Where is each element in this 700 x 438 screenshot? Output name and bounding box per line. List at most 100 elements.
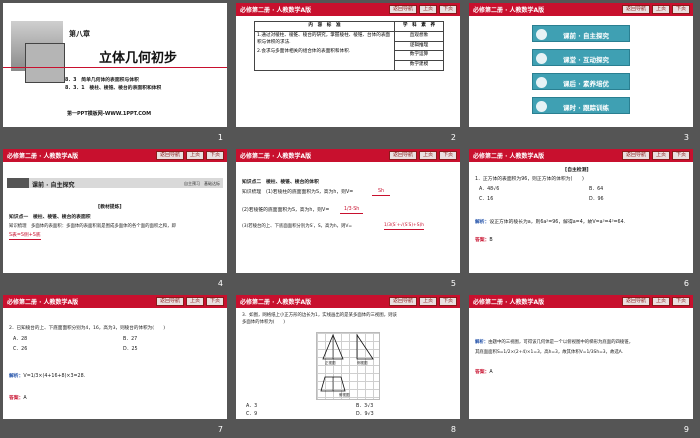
nav-button[interactable]: 返回导航 — [621, 297, 650, 306]
table-cell: 数学建模 — [394, 60, 444, 71]
slide-thumb-9[interactable]: 必修第二册 · 人教数学A版 返回导航 上页 下页 解析：由题中的三视图，可得该… — [466, 292, 699, 438]
nav-button[interactable]: 返回导航 — [388, 5, 417, 14]
next-button[interactable]: 下页 — [205, 297, 224, 306]
slide-thumb-8[interactable]: 必修第二册 · 人教数学A版 返回导航 上页 下页 3．如图，网格纸上小正方形的… — [233, 292, 466, 438]
answer-formula: 1/3(S′+√(S′S)+S)h — [384, 222, 424, 231]
slide-thumb-4[interactable]: 必修第二册 · 人教数学A版 返回导航 上页 下页 课前 · 自主探究 自主预习… — [0, 146, 233, 292]
slide-grid: 第八章 立体几何初步 8．3 简单几何体的表面积与体积 8．3．1 棱柱、棱锥、… — [0, 0, 700, 438]
answer: 答案：A — [475, 370, 493, 375]
menu-item-after-class[interactable]: 课后 · 素养培优 — [532, 73, 630, 90]
section-subtitle: 自主预习 基础达标 — [184, 180, 220, 186]
option-b: B．3√3 — [356, 404, 374, 409]
slide-number: 9 — [683, 425, 689, 434]
menu-item-pre-class[interactable]: 课前 · 自主探究 — [532, 25, 630, 42]
slide-thumb-7[interactable]: 必修第二册 · 人教数学A版 返回导航 上页 下页 2．已知棱台的上、下底面面积… — [0, 292, 233, 438]
slide-number: 4 — [217, 279, 223, 288]
slide-title: 立体几何初步 — [99, 51, 178, 66]
slide-thumb-2[interactable]: 必修第二册 · 人教数学A版 返回导航 上页 下页 内 容 标 准 学 科 素 … — [233, 0, 466, 146]
paragraph: 知识梳理 (1)若棱柱的底面面积为S，高为h，则V= — [242, 190, 354, 195]
prev-button[interactable]: 上页 — [185, 297, 204, 306]
subtitle-2: 8．3．1 棱柱、棱锥、棱台的表面积和体积 — [65, 86, 162, 91]
nav-button[interactable]: 返回导航 — [155, 151, 184, 160]
prev-button[interactable]: 上页 — [418, 5, 437, 14]
next-button[interactable]: 下页 — [671, 151, 690, 160]
slide-thumb-6[interactable]: 必修第二册 · 人教数学A版 返回导航 上页 下页 [自主检测] 1．正方体的表… — [466, 146, 699, 292]
next-button[interactable]: 下页 — [205, 151, 224, 160]
prev-button[interactable]: 上页 — [418, 151, 437, 160]
prev-button[interactable]: 上页 — [185, 151, 204, 160]
next-button[interactable]: 下页 — [438, 5, 457, 14]
header-title: 必修第二册 · 人教数学A版 — [7, 153, 79, 160]
prev-button[interactable]: 上页 — [651, 151, 670, 160]
paragraph: (3)若棱台的上、下底面面积分别为S′，S，高为h，则V= — [242, 224, 353, 229]
slide-number: 1 — [217, 133, 223, 142]
answer-formula: Sh — [372, 188, 391, 197]
prev-button[interactable]: 上页 — [418, 297, 437, 306]
knowledge-point: 知识点二 棱柱、棱锥、棱台的体积 — [242, 180, 319, 185]
prev-button[interactable]: 上页 — [651, 297, 670, 306]
slide-number: 7 — [217, 425, 223, 434]
slide-thumb-5[interactable]: 必修第二册 · 人教数学A版 返回导航 上页 下页 知识点二 棱柱、棱锥、棱台的… — [233, 146, 466, 292]
option-c: C．9 — [246, 412, 258, 417]
option-b: B．27 — [123, 337, 138, 342]
next-button[interactable]: 下页 — [671, 297, 690, 306]
slide-header: 必修第二册 · 人教数学A版 返回导航 上页 下页 — [469, 295, 693, 308]
nav-button[interactable]: 返回导航 — [388, 297, 417, 306]
table-cell: 2.会求与多面体相关的组合体的表面积和体积. — [257, 49, 351, 55]
subtitle-1: 8．3 简单几何体的表面积与体积 — [65, 78, 139, 83]
slide-header: 必修第二册 · 人教数学A版 返回导航 上页 下页 — [236, 295, 460, 308]
wave-icon — [536, 53, 547, 64]
slide-header: 必修第二册 · 人教数学A版 返回导航 上页 下页 — [3, 149, 227, 162]
slide-thumb-3[interactable]: 必修第二册 · 人教数学A版 返回导航 上页 下页 课前 · 自主探究 课堂 ·… — [466, 0, 699, 146]
slide-number: 6 — [683, 279, 689, 288]
header-title: 必修第二册 · 人教数学A版 — [240, 153, 312, 160]
analysis-cont: 其底面面积S=1/2×(2+4)×1=3，高h=3，故其体积V=1/3Sh=3，… — [475, 350, 624, 355]
header-title: 必修第二册 · 人教数学A版 — [473, 7, 545, 14]
slide-header: 必修第二册 · 人教数学A版 返回导航 上页 下页 — [469, 3, 693, 16]
slide-3: 必修第二册 · 人教数学A版 返回导航 上页 下页 课前 · 自主探究 课堂 ·… — [469, 3, 693, 127]
wave-icon — [536, 101, 547, 112]
slide-header: 必修第二册 · 人教数学A版 返回导航 上页 下页 — [236, 3, 460, 16]
analysis: 解析：设正方体的棱长为a，则6a²=96，解得a=4，故V=a³=4³=64. — [475, 220, 626, 225]
nav-button[interactable]: 返回导航 — [388, 151, 417, 160]
answer: 答案：B — [475, 238, 493, 243]
slide-number: 3 — [683, 133, 689, 142]
slide-header: 必修第二册 · 人教数学A版 返回导航 上页 下页 — [236, 149, 460, 162]
option-b: B．64 — [589, 187, 604, 192]
table-cell: 数学运算 — [394, 50, 444, 62]
answer-formula: S表=S侧+S底 — [9, 232, 41, 241]
nav-button[interactable]: 返回导航 — [621, 151, 650, 160]
slide-7: 必修第二册 · 人教数学A版 返回导航 上页 下页 2．已知棱台的上、下底面面积… — [3, 295, 227, 419]
option-a: A．28 — [13, 337, 28, 342]
slide-number: 5 — [450, 279, 456, 288]
option-a: A．3 — [246, 404, 258, 409]
divider — [3, 67, 227, 68]
slide-header: 必修第二册 · 人教数学A版 返回导航 上页 下页 — [469, 149, 693, 162]
slide-8: 必修第二册 · 人教数学A版 返回导航 上页 下页 3．如图，网格纸上小正方形的… — [236, 295, 460, 419]
answer: 答案：A — [9, 396, 27, 401]
table-header: 内 容 标 准 — [254, 21, 395, 32]
next-button[interactable]: 下页 — [671, 5, 690, 14]
prev-button[interactable]: 上页 — [651, 5, 670, 14]
nav-button[interactable]: 返回导航 — [621, 5, 650, 14]
slide-thumb-1[interactable]: 第八章 立体几何初步 8．3 简单几何体的表面积与体积 8．3．1 棱柱、棱锥、… — [0, 0, 233, 146]
chapter-label: 第八章 — [69, 30, 90, 38]
footer-text: 第一PPT模板网-WWW.1PPT.COM — [67, 111, 152, 117]
standards-table: 内 容 标 准 学 科 素 养 1.通过对棱柱、棱锥、棱台的研究，掌握棱柱、棱锥… — [254, 21, 444, 71]
figure-label: 正视图 — [325, 361, 336, 365]
wave-icon — [536, 29, 547, 40]
slide-4: 必修第二册 · 人教数学A版 返回导航 上页 下页 课前 · 自主探究 自主预习… — [3, 149, 227, 273]
answer-formula: 1/3·Sh — [340, 206, 364, 215]
slide-number: 2 — [450, 133, 456, 142]
tag-label: [教材提炼] — [98, 205, 122, 210]
analysis: 解析：由题中的三视图，可得该几何体是一个以俯视图中的梯形为底面的四棱锥， — [475, 340, 634, 345]
menu-item-training[interactable]: 课时 · 跟踪训练 — [532, 97, 630, 114]
nav-button[interactable]: 返回导航 — [155, 297, 184, 306]
table-header: 学 科 素 养 — [394, 21, 444, 32]
slide-1: 第八章 立体几何初步 8．3 简单几何体的表面积与体积 8．3．1 棱柱、棱锥、… — [3, 3, 227, 127]
menu-item-in-class[interactable]: 课堂 · 互动探究 — [532, 49, 630, 66]
next-button[interactable]: 下页 — [438, 297, 457, 306]
slide-2: 必修第二册 · 人教数学A版 返回导航 上页 下页 内 容 标 准 学 科 素 … — [236, 3, 460, 127]
next-button[interactable]: 下页 — [438, 151, 457, 160]
header-title: 必修第二册 · 人教数学A版 — [240, 299, 312, 306]
